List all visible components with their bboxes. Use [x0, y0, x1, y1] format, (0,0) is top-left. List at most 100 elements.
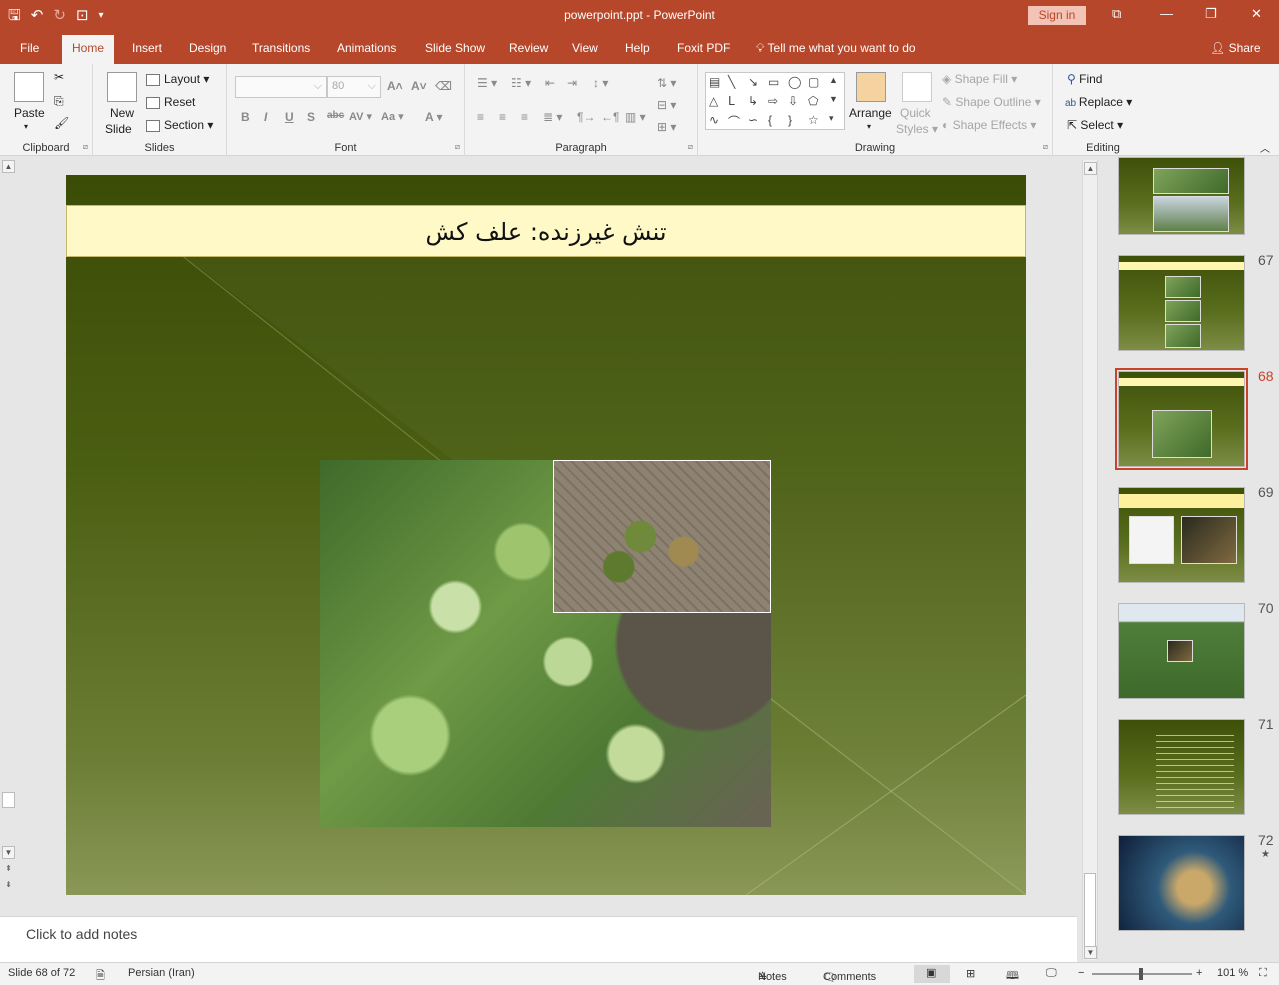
reading-view-icon[interactable]: 🕮︎: [1006, 967, 1019, 985]
tell-me-search[interactable]: 💡︎ Tell me what you want to do: [756, 41, 916, 56]
reset-button[interactable]: Reset: [146, 95, 195, 109]
tab-slide-show[interactable]: Slide Show: [425, 41, 485, 55]
slide-thumbnail-68[interactable]: [1115, 368, 1248, 470]
slide-thumbnail-71[interactable]: [1118, 719, 1245, 815]
right-arrow-shape-icon[interactable]: ⇨: [768, 94, 778, 108]
thumbnail-scrollbar[interactable]: ▲ ▼: [1082, 160, 1098, 960]
star-shape-icon[interactable]: ☆: [808, 113, 819, 127]
shape-outline-button[interactable]: ✎ Shape Outline ▾: [942, 95, 1041, 109]
arrange-button[interactable]: Arrange: [849, 106, 892, 120]
tab-foxit-pdf[interactable]: Foxit PDF: [677, 41, 730, 55]
align-right-icon[interactable]: ≡: [521, 110, 528, 124]
find-button[interactable]: ⚲ Find: [1067, 72, 1102, 86]
layout-button[interactable]: Layout ▾: [146, 72, 209, 86]
cut-icon[interactable]: ✂: [54, 70, 64, 84]
change-case-icon[interactable]: Aa ▾: [381, 110, 404, 123]
rounded-rect-shape-icon[interactable]: ▢: [808, 75, 819, 89]
tab-view[interactable]: View: [572, 41, 598, 55]
restore-icon[interactable]: ❐: [1205, 6, 1217, 22]
language-indicator[interactable]: Persian (Iran): [128, 967, 195, 979]
next-slide-icon[interactable]: ⇟: [2, 879, 15, 892]
shape-fill-button[interactable]: ◈ Shape Fill ▾: [942, 72, 1017, 86]
drawing-launcher-icon[interactable]: ⧄: [1043, 142, 1048, 152]
quick-styles-icon[interactable]: [902, 72, 932, 102]
increase-font-icon[interactable]: A˄: [387, 79, 403, 93]
arrange-dropdown-icon[interactable]: ▾: [867, 122, 871, 131]
bold-icon[interactable]: B: [241, 110, 250, 124]
replace-button[interactable]: ab Replace ▾: [1065, 95, 1132, 109]
scroll-thumb[interactable]: [2, 792, 15, 808]
font-name-combo[interactable]: ⌵: [235, 76, 327, 98]
left-brace-shape-icon[interactable]: {: [768, 113, 772, 127]
shape-effects-button[interactable]: ◐ Shape Effects ▾: [942, 118, 1036, 132]
italic-icon[interactable]: I: [264, 110, 267, 124]
thumbnail-scroll-thumb[interactable]: [1084, 873, 1096, 949]
down-arrow-shape-icon[interactable]: ⇩: [788, 94, 798, 108]
new-slide-button[interactable]: New: [110, 106, 134, 120]
slide-thumbnail-72[interactable]: [1118, 835, 1245, 931]
arrow-line-shape-icon[interactable]: ↘: [748, 75, 758, 89]
tab-design[interactable]: Design: [189, 41, 226, 55]
shadow-icon[interactable]: S: [307, 110, 315, 124]
rectangle-shape-icon[interactable]: ▭: [768, 75, 779, 89]
clear-formatting-icon[interactable]: ⌫: [435, 79, 452, 93]
arrange-icon[interactable]: [856, 72, 886, 102]
line-spacing-icon[interactable]: ↕ ▾: [593, 76, 608, 90]
paste-button[interactable]: Paste: [14, 106, 45, 120]
oval-shape-icon[interactable]: ◯: [788, 75, 801, 89]
textbox-shape-icon[interactable]: ▤: [709, 75, 720, 89]
zoom-out-icon[interactable]: −: [1078, 967, 1084, 979]
ltr-icon[interactable]: ¶→: [577, 110, 595, 124]
notes-placeholder[interactable]: Click to add notes: [26, 926, 137, 942]
format-painter-icon[interactable]: 🖌︎: [54, 116, 69, 130]
copy-icon[interactable]: ⎘: [54, 94, 64, 109]
normal-view-button[interactable]: ▣: [914, 965, 950, 983]
font-color-icon[interactable]: A ▾: [425, 110, 443, 124]
new-slide-icon[interactable]: [107, 72, 137, 102]
current-slide[interactable]: تنش غیرزنده: علف کش: [66, 175, 1026, 895]
gallery-down-icon[interactable]: ▼: [829, 94, 838, 104]
share-button[interactable]: 👤︎ Share: [1210, 41, 1261, 55]
tab-review[interactable]: Review: [509, 41, 548, 55]
slide-title-box[interactable]: تنش غیرزنده: علف کش: [66, 205, 1026, 257]
tab-transitions[interactable]: Transitions: [252, 41, 310, 55]
slide-show-icon[interactable]: 🖵︎: [1046, 967, 1057, 980]
paste-icon[interactable]: [14, 72, 44, 102]
smartart-icon[interactable]: ⊞ ▾: [657, 120, 676, 134]
font-size-combo[interactable]: 80 ⌵: [327, 76, 381, 98]
ribbon-display-icon[interactable]: ⧉: [1112, 6, 1121, 22]
herbicide-damage-photo[interactable]: [553, 460, 771, 613]
collapse-ribbon-icon[interactable]: ︿: [1260, 140, 1270, 155]
shapes-gallery[interactable]: ▤ ╲ ↘ ▭ ◯ ▢ △ ᒪ ↳ ⇨ ⇩ ⬠ ∿ ⌒ ∽ { } ☆ ▲ ▼ …: [705, 72, 845, 130]
tab-help[interactable]: Help: [625, 41, 650, 55]
numbering-icon[interactable]: ☷ ▾: [511, 76, 531, 90]
new-slide-button-line2[interactable]: Slide: [105, 122, 132, 136]
columns-icon[interactable]: ▥ ▾: [625, 110, 646, 124]
paragraph-launcher-icon[interactable]: ⧄: [688, 142, 693, 152]
freeform-shape-icon[interactable]: ∿: [709, 113, 719, 127]
justify-icon[interactable]: ≣ ▾: [543, 110, 562, 124]
paste-dropdown-icon[interactable]: ▾: [24, 122, 28, 131]
rtl-icon[interactable]: ←¶: [601, 110, 619, 124]
minimize-icon[interactable]: —: [1160, 6, 1173, 21]
character-spacing-icon[interactable]: AV ▾: [349, 110, 372, 123]
thumb-scroll-down-icon[interactable]: ▼: [1084, 946, 1097, 959]
notes-pane[interactable]: Click to add notes: [0, 916, 1077, 962]
tab-animations[interactable]: Animations: [337, 41, 396, 55]
tab-insert[interactable]: Insert: [132, 41, 162, 55]
signin-button[interactable]: Sign in: [1028, 6, 1086, 25]
text-direction-icon[interactable]: ⇅ ▾: [657, 76, 676, 90]
line-shape-icon[interactable]: ╲: [728, 75, 735, 89]
gallery-up-icon[interactable]: ▲: [829, 75, 838, 85]
align-center-icon[interactable]: ≡: [499, 110, 506, 124]
underline-icon[interactable]: U: [285, 110, 294, 124]
gallery-more-icon[interactable]: ▾: [829, 113, 834, 124]
clipboard-launcher-icon[interactable]: ⧄: [83, 142, 88, 152]
elbow-connector-shape-icon[interactable]: ᒪ: [728, 94, 735, 108]
zoom-in-icon[interactable]: +: [1196, 967, 1202, 979]
select-button[interactable]: ⇱ Select ▾: [1067, 118, 1123, 132]
quick-styles-button-line2[interactable]: Styles ▾: [896, 122, 938, 136]
align-text-icon[interactable]: ⊟ ▾: [657, 98, 676, 112]
increase-indent-icon[interactable]: ⇥: [567, 76, 577, 90]
decrease-font-icon[interactable]: A˅: [411, 79, 427, 93]
